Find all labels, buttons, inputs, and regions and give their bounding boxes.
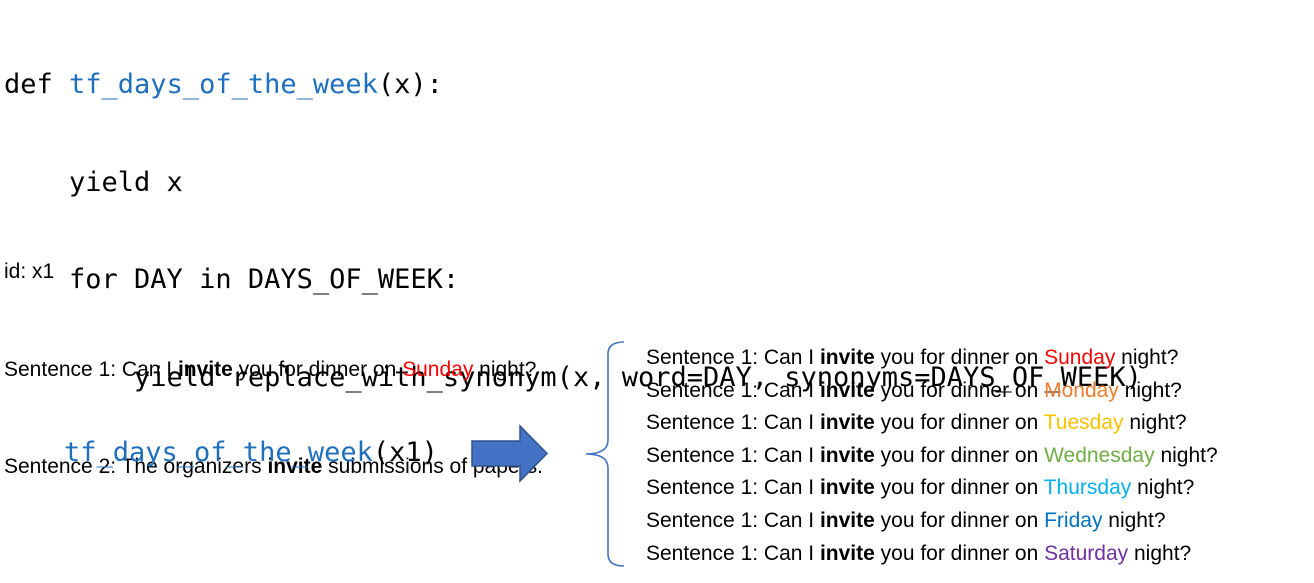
output-keyword: invite xyxy=(819,508,875,532)
sentence-1-keyword: invite xyxy=(177,357,233,381)
output-day: Wednesday xyxy=(1044,443,1155,467)
output-suffix: night? xyxy=(1115,346,1179,369)
output-prefix: Sentence 1: Can I xyxy=(646,411,820,435)
output-sentence-monday: Sentence 1: Can I invite you for dinner … xyxy=(646,375,1218,408)
example-sentence-1: Sentence 1: Can I invite you for dinner … xyxy=(4,354,543,387)
function-params: (x): xyxy=(377,69,443,100)
generated-outputs: Sentence 1: Can I invite you for dinner … xyxy=(646,342,1218,570)
function-name: tf_days_of_the_week xyxy=(69,69,378,100)
right-arrow-icon xyxy=(471,424,549,483)
sentence-1-prefix: Sentence 1: Can I xyxy=(4,357,178,381)
output-suffix: night? xyxy=(1128,541,1192,565)
output-sentence-wednesday: Sentence 1: Can I invite you for dinner … xyxy=(646,440,1218,473)
curly-brace-icon xyxy=(585,341,625,567)
output-suffix: night? xyxy=(1118,378,1182,402)
output-keyword: invite xyxy=(819,411,875,435)
def-keyword: def xyxy=(4,69,70,100)
output-prefix: Sentence 1: Can I xyxy=(646,476,820,500)
output-suffix: night? xyxy=(1123,411,1187,435)
output-day: Thursday xyxy=(1043,476,1132,500)
output-prefix: Sentence 1: Can I xyxy=(646,346,820,369)
output-prefix: Sentence 1: Can I xyxy=(646,541,820,565)
output-day: Saturday xyxy=(1044,541,1129,565)
call-args: (x1) xyxy=(372,437,438,468)
output-keyword: invite xyxy=(819,443,875,467)
example-id: id: x1 xyxy=(4,260,55,283)
output-middle: you for dinner on xyxy=(874,508,1045,532)
output-middle: you for dinner on xyxy=(874,346,1045,369)
brace-path xyxy=(585,341,625,567)
sentence-1-middle: you for dinner on xyxy=(232,357,403,381)
output-suffix: night? xyxy=(1102,508,1166,532)
output-sentence-friday: Sentence 1: Can I invite you for dinner … xyxy=(646,505,1218,538)
output-suffix: night? xyxy=(1154,443,1218,467)
output-sentence-sunday: Sentence 1: Can I invite you for dinner … xyxy=(646,342,1218,375)
function-call: tf_days_of_the_week(x1) xyxy=(64,434,438,472)
output-prefix: Sentence 1: Can I xyxy=(646,443,820,467)
sentence-1-suffix: night? xyxy=(473,357,537,381)
output-sentence-saturday: Sentence 1: Can I invite you for dinner … xyxy=(646,538,1218,571)
output-day: Friday xyxy=(1044,508,1103,532)
call-function-name: tf_days_of_the_week xyxy=(64,437,373,468)
arrow-shape xyxy=(471,424,549,483)
output-keyword: invite xyxy=(819,541,875,565)
output-prefix: Sentence 1: Can I xyxy=(646,378,820,402)
output-middle: you for dinner on xyxy=(874,378,1045,402)
output-sentence-thursday: Sentence 1: Can I invite you for dinner … xyxy=(646,472,1218,505)
output-keyword: invite xyxy=(819,378,875,402)
output-suffix: night? xyxy=(1131,476,1195,500)
output-prefix: Sentence 1: Can I xyxy=(646,508,820,532)
output-middle: you for dinner on xyxy=(874,443,1045,467)
output-sentence-tuesday: Sentence 1: Can I invite you for dinner … xyxy=(646,407,1218,440)
output-middle: you for dinner on xyxy=(874,541,1045,565)
output-day: Tuesday xyxy=(1043,411,1124,435)
code-line-def: def tf_days_of_the_week(x): xyxy=(4,69,1142,102)
output-keyword: invite xyxy=(819,346,875,369)
output-day: Sunday xyxy=(1044,346,1116,369)
output-middle: you for dinner on xyxy=(874,476,1044,500)
output-day: Monday xyxy=(1044,378,1119,402)
sentence-1-day: Sunday xyxy=(402,357,474,381)
output-keyword: invite xyxy=(819,476,875,500)
output-middle: you for dinner on xyxy=(874,411,1044,435)
